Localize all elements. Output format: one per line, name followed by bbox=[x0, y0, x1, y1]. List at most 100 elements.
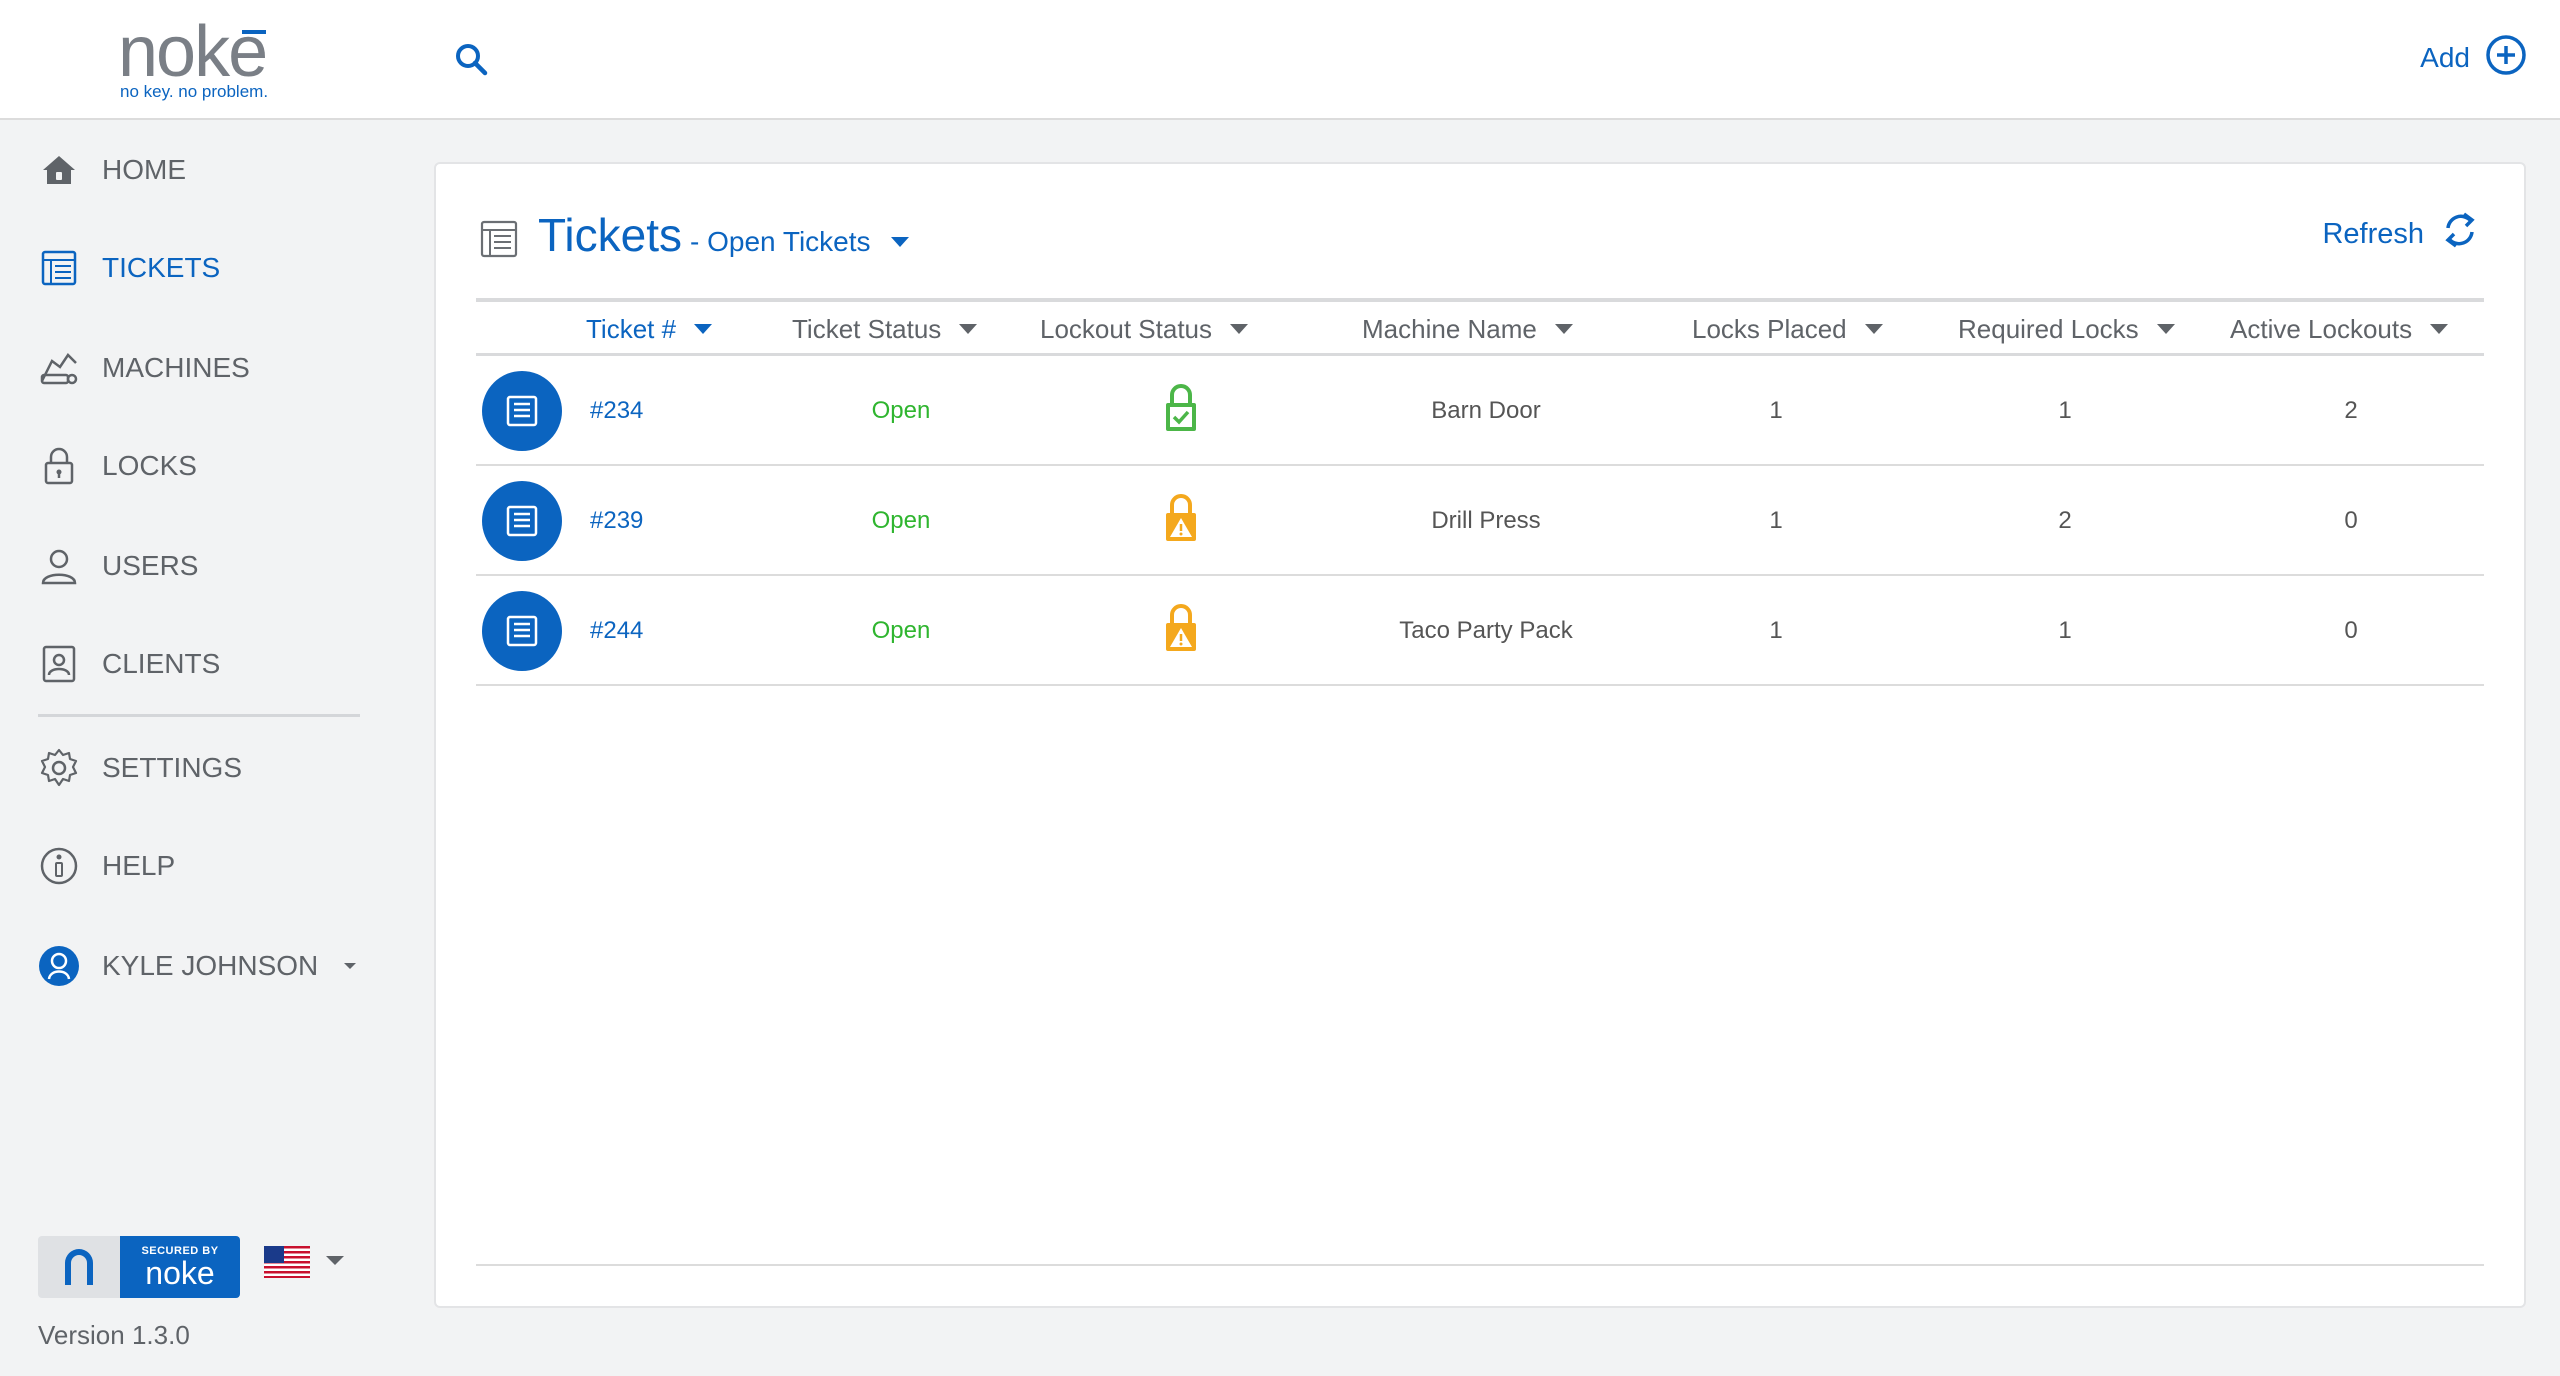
tickets-table: Ticket # Ticket Status Lockout Status Ma… bbox=[476, 298, 2484, 686]
ticket-filter-dropdown[interactable]: - Open Tickets bbox=[690, 226, 909, 258]
plus-circle-icon bbox=[2484, 33, 2528, 84]
sidebar-item-label: LOCKS bbox=[102, 450, 197, 481]
secured-by-noke-badge: SECURED BY noke bbox=[38, 1236, 240, 1298]
column-label: Active Lockouts bbox=[2230, 313, 2413, 344]
ticket-status: Open bbox=[871, 617, 931, 644]
column-label: Lockout Status bbox=[1040, 313, 1212, 344]
sort-caret-icon bbox=[2430, 324, 2449, 334]
table-header: Ticket # Ticket Status Lockout Status Ma… bbox=[476, 298, 2484, 356]
secured-by-text: SECURED BY noke bbox=[120, 1236, 240, 1298]
table-footer-divider bbox=[476, 1264, 2484, 1266]
sidebar-item-home[interactable]: HOME bbox=[38, 140, 186, 200]
tickets-icon bbox=[38, 247, 80, 289]
sidebar-item-tickets[interactable]: TICKETS bbox=[38, 238, 220, 298]
machines-icon bbox=[38, 347, 80, 389]
column-header-ticket[interactable]: Ticket # bbox=[586, 302, 713, 356]
column-header-lockout-status[interactable]: Lockout Status bbox=[1040, 302, 1248, 356]
column-label: Required Locks bbox=[1958, 313, 2139, 344]
search-icon[interactable] bbox=[450, 38, 494, 82]
active-lockouts: 0 bbox=[2344, 507, 2358, 534]
active-lockouts: 2 bbox=[2344, 397, 2358, 424]
lockout-status bbox=[1036, 466, 1326, 576]
user-avatar-icon bbox=[38, 945, 80, 987]
column-header-locks-placed[interactable]: Locks Placed bbox=[1692, 302, 1883, 356]
column-header-active-lockouts[interactable]: Active Lockouts bbox=[2230, 302, 2449, 356]
sidebar-item-help[interactable]: HELP bbox=[38, 836, 175, 896]
noke-logo[interactable]: noke no key. no problem. bbox=[118, 12, 288, 106]
refresh-button[interactable]: Refresh bbox=[2322, 210, 2480, 258]
column-header-ticket-status[interactable]: Ticket Status bbox=[792, 302, 978, 356]
lock-check-icon bbox=[1163, 382, 1199, 441]
lock-warning-icon bbox=[1163, 602, 1199, 661]
column-header-machine-name[interactable]: Machine Name bbox=[1362, 302, 1573, 356]
machine-name: Barn Door bbox=[1431, 397, 1541, 424]
sidebar-item-settings[interactable]: SETTINGS bbox=[38, 738, 242, 798]
ticket-icon bbox=[482, 591, 562, 671]
info-icon bbox=[38, 845, 80, 887]
table-row[interactable]: #239 Open Drill Press 1 2 0 bbox=[476, 466, 2484, 576]
sort-caret-icon bbox=[1554, 324, 1573, 334]
sidebar-item-label: HELP bbox=[102, 850, 176, 881]
user-icon bbox=[38, 545, 80, 587]
column-label: Ticket Status bbox=[792, 313, 942, 344]
user-menu[interactable]: KYLE JOHNSON bbox=[38, 936, 357, 996]
table-row[interactable]: #234 Open Barn Door 1 1 2 bbox=[476, 356, 2484, 466]
sidebar: HOME TICKETS MACHINES LOCKS USERS CLIENT… bbox=[0, 122, 400, 1376]
refresh-label: Refresh bbox=[2322, 217, 2424, 250]
sort-caret-icon bbox=[959, 324, 978, 334]
filter-label: - Open Tickets bbox=[690, 226, 871, 257]
clients-icon bbox=[38, 643, 80, 685]
locks-placed: 1 bbox=[1769, 397, 1783, 424]
required-locks: 1 bbox=[2058, 397, 2072, 424]
active-lockouts: 0 bbox=[2344, 617, 2358, 644]
table-row[interactable]: #244 Open Taco Party Pack 1 1 0 bbox=[476, 576, 2484, 686]
lockout-status bbox=[1036, 356, 1326, 466]
version-label: Version 1.3.0 bbox=[38, 1320, 190, 1350]
required-locks: 2 bbox=[2058, 507, 2072, 534]
sidebar-divider bbox=[38, 714, 360, 717]
sidebar-item-users[interactable]: USERS bbox=[38, 536, 198, 596]
ticket-number[interactable]: #244 bbox=[590, 576, 643, 686]
sidebar-item-machines[interactable]: MACHINES bbox=[38, 338, 250, 398]
sidebar-item-label: MACHINES bbox=[102, 352, 250, 383]
ticket-status: Open bbox=[871, 507, 931, 534]
noke-n-icon bbox=[38, 1236, 120, 1298]
lock-warning-icon bbox=[1163, 492, 1199, 551]
tickets-card: Tickets - Open Tickets Refresh Ticket # … bbox=[434, 162, 2526, 1308]
add-label: Add bbox=[2420, 42, 2470, 73]
sidebar-item-label: TICKETS bbox=[102, 252, 221, 283]
sidebar-item-clients[interactable]: CLIENTS bbox=[38, 634, 220, 694]
column-label: Ticket # bbox=[586, 313, 677, 344]
tickets-icon bbox=[478, 218, 520, 260]
language-caret-icon[interactable] bbox=[326, 1256, 344, 1265]
logo-macron bbox=[242, 30, 266, 34]
page-title: Tickets bbox=[538, 209, 682, 261]
chevron-down-icon bbox=[890, 237, 909, 247]
add-button[interactable]: Add bbox=[2420, 32, 2528, 84]
user-name: KYLE JOHNSON bbox=[102, 950, 319, 981]
sidebar-item-label: HOME bbox=[102, 154, 186, 185]
machine-name: Drill Press bbox=[1431, 507, 1541, 534]
secured-line2: noke bbox=[145, 1255, 215, 1291]
ticket-number[interactable]: #239 bbox=[590, 466, 643, 576]
column-label: Locks Placed bbox=[1692, 313, 1847, 344]
us-flag-icon[interactable] bbox=[264, 1246, 310, 1278]
logo-tagline: no key. no problem. bbox=[120, 82, 269, 101]
top-bar: noke no key. no problem. Add bbox=[0, 0, 2560, 120]
ticket-icon bbox=[482, 371, 562, 451]
sidebar-item-locks[interactable]: LOCKS bbox=[38, 436, 197, 496]
machine-name: Taco Party Pack bbox=[1399, 617, 1573, 644]
column-header-required-locks[interactable]: Required Locks bbox=[1958, 302, 2175, 356]
ticket-icon bbox=[482, 481, 562, 561]
logo-wordmark: noke bbox=[118, 12, 268, 92]
gear-icon bbox=[38, 747, 80, 789]
column-label: Machine Name bbox=[1362, 313, 1537, 344]
sidebar-item-label: CLIENTS bbox=[102, 648, 221, 679]
sidebar-item-label: USERS bbox=[102, 550, 199, 581]
sort-caret-icon bbox=[1230, 324, 1248, 334]
locks-placed: 1 bbox=[1769, 617, 1783, 644]
lockout-status bbox=[1036, 576, 1326, 686]
caret-down-icon bbox=[344, 963, 357, 969]
refresh-icon bbox=[2440, 210, 2480, 258]
ticket-number[interactable]: #234 bbox=[590, 356, 643, 466]
